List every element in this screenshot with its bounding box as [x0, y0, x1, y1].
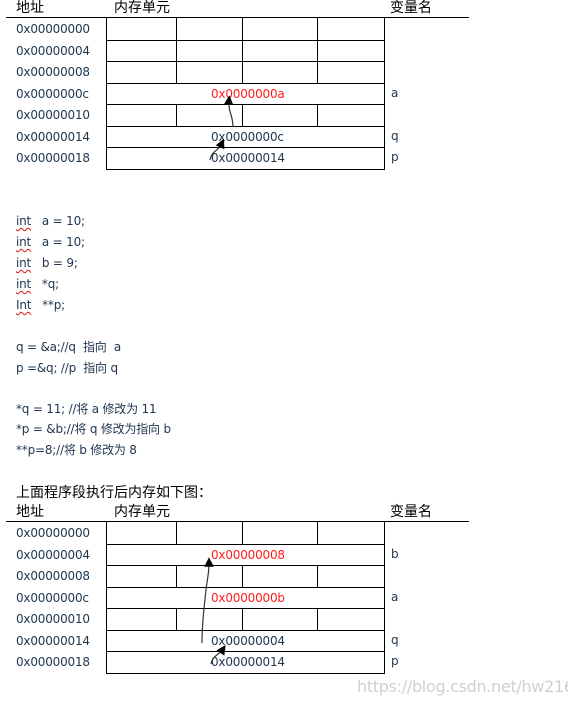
- memory-word-cell: 0x0000000c: [106, 125, 385, 148]
- code-line: int *q;: [16, 277, 85, 298]
- memory-byte-cell: [317, 18, 385, 41]
- memory-word-cell: 0x00000004: [106, 629, 385, 652]
- memory-byte-cell: [106, 61, 176, 84]
- variable-name: q: [391, 128, 399, 143]
- address-label: 0x00000018: [16, 655, 90, 669]
- address-label: 0x00000018: [16, 151, 90, 165]
- memory-word-cell: 0x0000000b: [106, 586, 385, 609]
- keyword-int: int: [16, 277, 32, 291]
- memory-value: 0x00000014: [211, 655, 285, 669]
- address-label: 0x00000004: [16, 43, 90, 58]
- code-text: a = 10;: [41, 235, 85, 249]
- code-line: int a = 10;: [16, 214, 85, 235]
- keyword-int: Int: [16, 298, 32, 312]
- variable-name: a: [391, 589, 399, 604]
- address-label: 0x00000010: [16, 108, 90, 122]
- memory-byte-cell: [317, 104, 385, 127]
- keyword-int: int: [16, 214, 32, 228]
- memory-value: 0x00000004: [211, 633, 285, 648]
- memory-byte-cell: [106, 522, 176, 545]
- memory-byte-cell: [317, 608, 385, 631]
- code-text: a = 10;: [41, 214, 85, 228]
- memory-value: 0x0000000b: [211, 590, 285, 605]
- variable-name: b: [391, 546, 399, 561]
- address-label: 0x0000000c: [16, 590, 89, 605]
- table1-header-memory: 内存单元: [114, 0, 170, 16]
- address-label: 0x0000000c: [16, 86, 89, 101]
- code-assign-p: p =&q; //p 指向 q: [16, 361, 118, 375]
- address-label: 0x00000000: [16, 526, 90, 540]
- code-modify-b: **p=8;//将 b 修改为 8: [16, 443, 137, 457]
- memory-byte-cell: [176, 522, 242, 545]
- memory-byte-cell: [176, 565, 242, 588]
- memory-byte-cell: [242, 39, 317, 62]
- memory-value: 0x00000014: [211, 151, 285, 165]
- memory-byte-cell: [106, 565, 176, 588]
- table1-header-address: 地址: [16, 0, 44, 16]
- memory-byte-cell: [176, 39, 242, 62]
- code-text: b = 9;: [41, 256, 78, 270]
- variable-name: p: [391, 654, 399, 668]
- memory-byte-cell: [317, 565, 385, 588]
- memory-byte-cell: [106, 18, 176, 41]
- memory-byte-cell: [176, 104, 242, 127]
- memory-word-cell: 0x0000000a: [106, 82, 385, 105]
- watermark: https://blog.csdn.net/hw2169: [357, 677, 568, 696]
- memory-byte-cell: [176, 608, 242, 631]
- table2-header-memory: 内存单元: [114, 504, 170, 520]
- code-modify-q: *p = &b;//将 q 修改为指向 b: [16, 422, 171, 436]
- caption: 上面程序段执行后内存如下图：: [16, 485, 212, 501]
- code-text: *q;: [41, 277, 59, 291]
- memory-byte-cell: [242, 104, 317, 127]
- keyword-int: int: [16, 256, 32, 270]
- address-label: 0x00000000: [16, 22, 90, 36]
- code-assign-q: q = &a;//q 指向 a: [16, 340, 121, 354]
- memory-word-cell: 0x00000014: [106, 147, 385, 170]
- table2-header-address: 地址: [16, 504, 44, 520]
- memory-word-cell: 0x00000008: [106, 543, 385, 566]
- memory-byte-cell: [317, 39, 385, 62]
- memory-byte-cell: [242, 565, 317, 588]
- code-text: **p;: [42, 298, 65, 312]
- memory-value: 0x0000000a: [211, 86, 285, 101]
- memory-byte-cell: [176, 61, 242, 84]
- address-label: 0x00000010: [16, 612, 90, 626]
- code-declarations: int a = 10; int a = 10; int b = 9; int *…: [16, 214, 85, 319]
- code-line: Int **p;: [16, 298, 85, 319]
- memory-byte-cell: [242, 18, 317, 41]
- address-label: 0x00000008: [16, 569, 90, 583]
- variable-name: q: [391, 632, 399, 647]
- variable-name: p: [391, 150, 399, 164]
- memory-byte-cell: [317, 522, 385, 545]
- memory-byte-cell: [106, 104, 176, 127]
- address-label: 0x00000004: [16, 547, 90, 562]
- memory-byte-cell: [242, 522, 317, 545]
- address-label: 0x00000014: [16, 633, 90, 648]
- memory-value: 0x0000000c: [211, 129, 284, 144]
- address-label: 0x00000014: [16, 129, 90, 144]
- code-line: int a = 10;: [16, 235, 85, 256]
- memory-byte-cell: [242, 608, 317, 631]
- code-line: int b = 9;: [16, 256, 85, 277]
- keyword-int: int: [16, 235, 32, 249]
- memory-byte-cell: [317, 61, 385, 84]
- variable-name: a: [391, 85, 399, 100]
- memory-value: 0x00000008: [211, 547, 285, 562]
- table1-header-varname: 变量名: [390, 0, 432, 16]
- address-label: 0x00000008: [16, 65, 90, 79]
- table2-header-varname: 变量名: [390, 504, 432, 520]
- memory-byte-cell: [242, 61, 317, 84]
- memory-byte-cell: [106, 608, 176, 631]
- memory-byte-cell: [106, 39, 176, 62]
- code-modify-a: *q = 11; //将 a 修改为 11: [16, 402, 157, 416]
- memory-word-cell: 0x00000014: [106, 651, 385, 674]
- memory-byte-cell: [176, 18, 242, 41]
